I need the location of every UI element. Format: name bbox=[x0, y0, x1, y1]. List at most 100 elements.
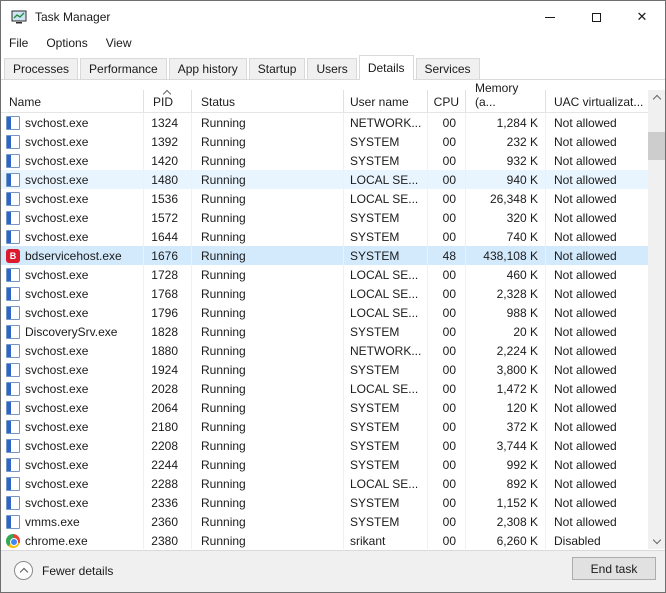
column-header-label: User name bbox=[350, 95, 409, 109]
cell-memory: 438,108 K bbox=[466, 246, 546, 265]
cell-text: Not allowed bbox=[554, 135, 617, 149]
table-row[interactable]: DiscoverySrv.exe1828RunningSYSTEM0020 KN… bbox=[1, 322, 648, 341]
close-button[interactable]: ✕ bbox=[619, 1, 665, 33]
table-row[interactable]: svchost.exe1796RunningLOCAL SE...00988 K… bbox=[1, 303, 648, 322]
cell-user: LOCAL SE... bbox=[344, 284, 428, 303]
cell-pid: 1828 bbox=[144, 322, 192, 341]
table-row[interactable]: Bbdservicehost.exe1676RunningSYSTEM48438… bbox=[1, 246, 648, 265]
cell-text: SYSTEM bbox=[350, 249, 399, 263]
end-task-button[interactable]: End task bbox=[572, 557, 656, 580]
vertical-scrollbar[interactable] bbox=[648, 90, 665, 549]
table-row[interactable]: svchost.exe1880RunningNETWORK...002,224 … bbox=[1, 341, 648, 360]
column-header-cpu[interactable]: CPU bbox=[428, 90, 466, 112]
cell-cpu: 00 bbox=[428, 493, 466, 512]
column-header-name[interactable]: Name bbox=[1, 90, 144, 112]
table-row[interactable]: svchost.exe2336RunningSYSTEM001,152 KNot… bbox=[1, 493, 648, 512]
scroll-up-button[interactable] bbox=[648, 90, 665, 107]
table-row[interactable]: svchost.exe1924RunningSYSTEM003,800 KNot… bbox=[1, 360, 648, 379]
table-row[interactable]: chrome.exe2380Runningsrikant006,260 KDis… bbox=[1, 531, 648, 549]
cell-text: Not allowed bbox=[554, 515, 617, 529]
menu-options[interactable]: Options bbox=[46, 34, 96, 52]
exe-process-icon bbox=[6, 363, 20, 377]
cell-pid: 1392 bbox=[144, 132, 192, 151]
cell-text: svchost.exe bbox=[25, 230, 88, 244]
cell-text: 2380 bbox=[151, 534, 178, 548]
column-header-uac-virtualizat[interactable]: UAC virtualizat... bbox=[546, 90, 648, 112]
tab-processes[interactable]: Processes bbox=[4, 58, 78, 79]
cell-status: Running bbox=[192, 360, 344, 379]
exe-process-icon bbox=[6, 154, 20, 168]
table-row[interactable]: svchost.exe2180RunningSYSTEM00372 KNot a… bbox=[1, 417, 648, 436]
cell-text: svchost.exe bbox=[25, 363, 88, 377]
table-row[interactable]: svchost.exe1572RunningSYSTEM00320 KNot a… bbox=[1, 208, 648, 227]
table-row[interactable]: svchost.exe1728RunningLOCAL SE...00460 K… bbox=[1, 265, 648, 284]
cell-text: 892 K bbox=[507, 477, 538, 491]
table-row[interactable]: svchost.exe1420RunningSYSTEM00932 KNot a… bbox=[1, 151, 648, 170]
table-row[interactable]: svchost.exe1644RunningSYSTEM00740 KNot a… bbox=[1, 227, 648, 246]
table-row[interactable]: svchost.exe1324RunningNETWORK...001,284 … bbox=[1, 113, 648, 132]
cell-name: svchost.exe bbox=[1, 360, 144, 379]
cell-text: 00 bbox=[443, 325, 456, 339]
cell-cpu: 00 bbox=[428, 322, 466, 341]
tab-strip: ProcessesPerformanceApp historyStartupUs… bbox=[1, 53, 665, 80]
tab-performance[interactable]: Performance bbox=[80, 58, 167, 79]
column-header-user-name[interactable]: User name bbox=[344, 90, 428, 112]
menu-file[interactable]: File bbox=[9, 34, 37, 52]
cell-name: svchost.exe bbox=[1, 436, 144, 455]
cell-text: 2,224 K bbox=[497, 344, 538, 358]
maximize-button[interactable] bbox=[573, 1, 619, 33]
cell-text: SYSTEM bbox=[350, 135, 399, 149]
table-row[interactable]: svchost.exe2244RunningSYSTEM00992 KNot a… bbox=[1, 455, 648, 474]
menu-view[interactable]: View bbox=[106, 34, 141, 52]
column-header-memory-a[interactable]: Memory (a... bbox=[466, 90, 546, 112]
cell-memory: 740 K bbox=[466, 227, 546, 246]
tab-users[interactable]: Users bbox=[307, 58, 356, 79]
cell-text: 00 bbox=[443, 268, 456, 282]
column-header-pid[interactable]: PID bbox=[144, 90, 192, 112]
cell-text: 1924 bbox=[151, 363, 178, 377]
scrollbar-thumb[interactable] bbox=[648, 132, 665, 160]
table-row[interactable]: svchost.exe2064RunningSYSTEM00120 KNot a… bbox=[1, 398, 648, 417]
table-row[interactable]: vmms.exe2360RunningSYSTEM002,308 KNot al… bbox=[1, 512, 648, 531]
tab-details[interactable]: Details bbox=[359, 55, 414, 80]
exe-process-icon bbox=[6, 211, 20, 225]
cell-text: svchost.exe bbox=[25, 173, 88, 187]
cell-text: 00 bbox=[443, 116, 456, 130]
table-row[interactable]: svchost.exe2028RunningLOCAL SE...001,472… bbox=[1, 379, 648, 398]
tab-services[interactable]: Services bbox=[416, 58, 480, 79]
tab-startup[interactable]: Startup bbox=[249, 58, 306, 79]
minimize-icon bbox=[545, 17, 555, 18]
cell-text: Running bbox=[201, 439, 246, 453]
cell-text: chrome.exe bbox=[25, 534, 88, 548]
cell-cpu: 00 bbox=[428, 455, 466, 474]
cell-text: Not allowed bbox=[554, 420, 617, 434]
cell-text: svchost.exe bbox=[25, 211, 88, 225]
column-header-label: Memory (a... bbox=[475, 81, 538, 109]
cell-text: 00 bbox=[443, 135, 456, 149]
cell-uac: Not allowed bbox=[546, 341, 648, 360]
cell-cpu: 00 bbox=[428, 265, 466, 284]
cell-memory: 1,152 K bbox=[466, 493, 546, 512]
cell-text: bdservicehost.exe bbox=[25, 249, 122, 263]
minimize-button[interactable] bbox=[527, 1, 573, 33]
close-icon: ✕ bbox=[637, 9, 648, 25]
cell-text: Not allowed bbox=[554, 116, 617, 130]
column-header-status[interactable]: Status bbox=[192, 90, 344, 112]
cell-text: Running bbox=[201, 382, 246, 396]
table-row[interactable]: svchost.exe1536RunningLOCAL SE...0026,34… bbox=[1, 189, 648, 208]
fewer-details-label: Fewer details bbox=[42, 564, 113, 578]
scroll-down-button[interactable] bbox=[648, 531, 665, 548]
fewer-details-toggle[interactable]: Fewer details bbox=[14, 561, 113, 580]
cell-text: Running bbox=[201, 534, 246, 548]
cell-text: 1420 bbox=[151, 154, 178, 168]
table-row[interactable]: svchost.exe2208RunningSYSTEM003,744 KNot… bbox=[1, 436, 648, 455]
tab-app-history[interactable]: App history bbox=[169, 58, 247, 79]
table-row[interactable]: svchost.exe1392RunningSYSTEM00232 KNot a… bbox=[1, 132, 648, 151]
table-row[interactable]: svchost.exe2288RunningLOCAL SE...00892 K… bbox=[1, 474, 648, 493]
table-row[interactable]: svchost.exe1480RunningLOCAL SE...00940 K… bbox=[1, 170, 648, 189]
exe-process-icon bbox=[6, 268, 20, 282]
exe-process-icon bbox=[6, 496, 20, 510]
cell-uac: Not allowed bbox=[546, 189, 648, 208]
table-row[interactable]: svchost.exe1768RunningLOCAL SE...002,328… bbox=[1, 284, 648, 303]
cell-text: 00 bbox=[443, 173, 456, 187]
